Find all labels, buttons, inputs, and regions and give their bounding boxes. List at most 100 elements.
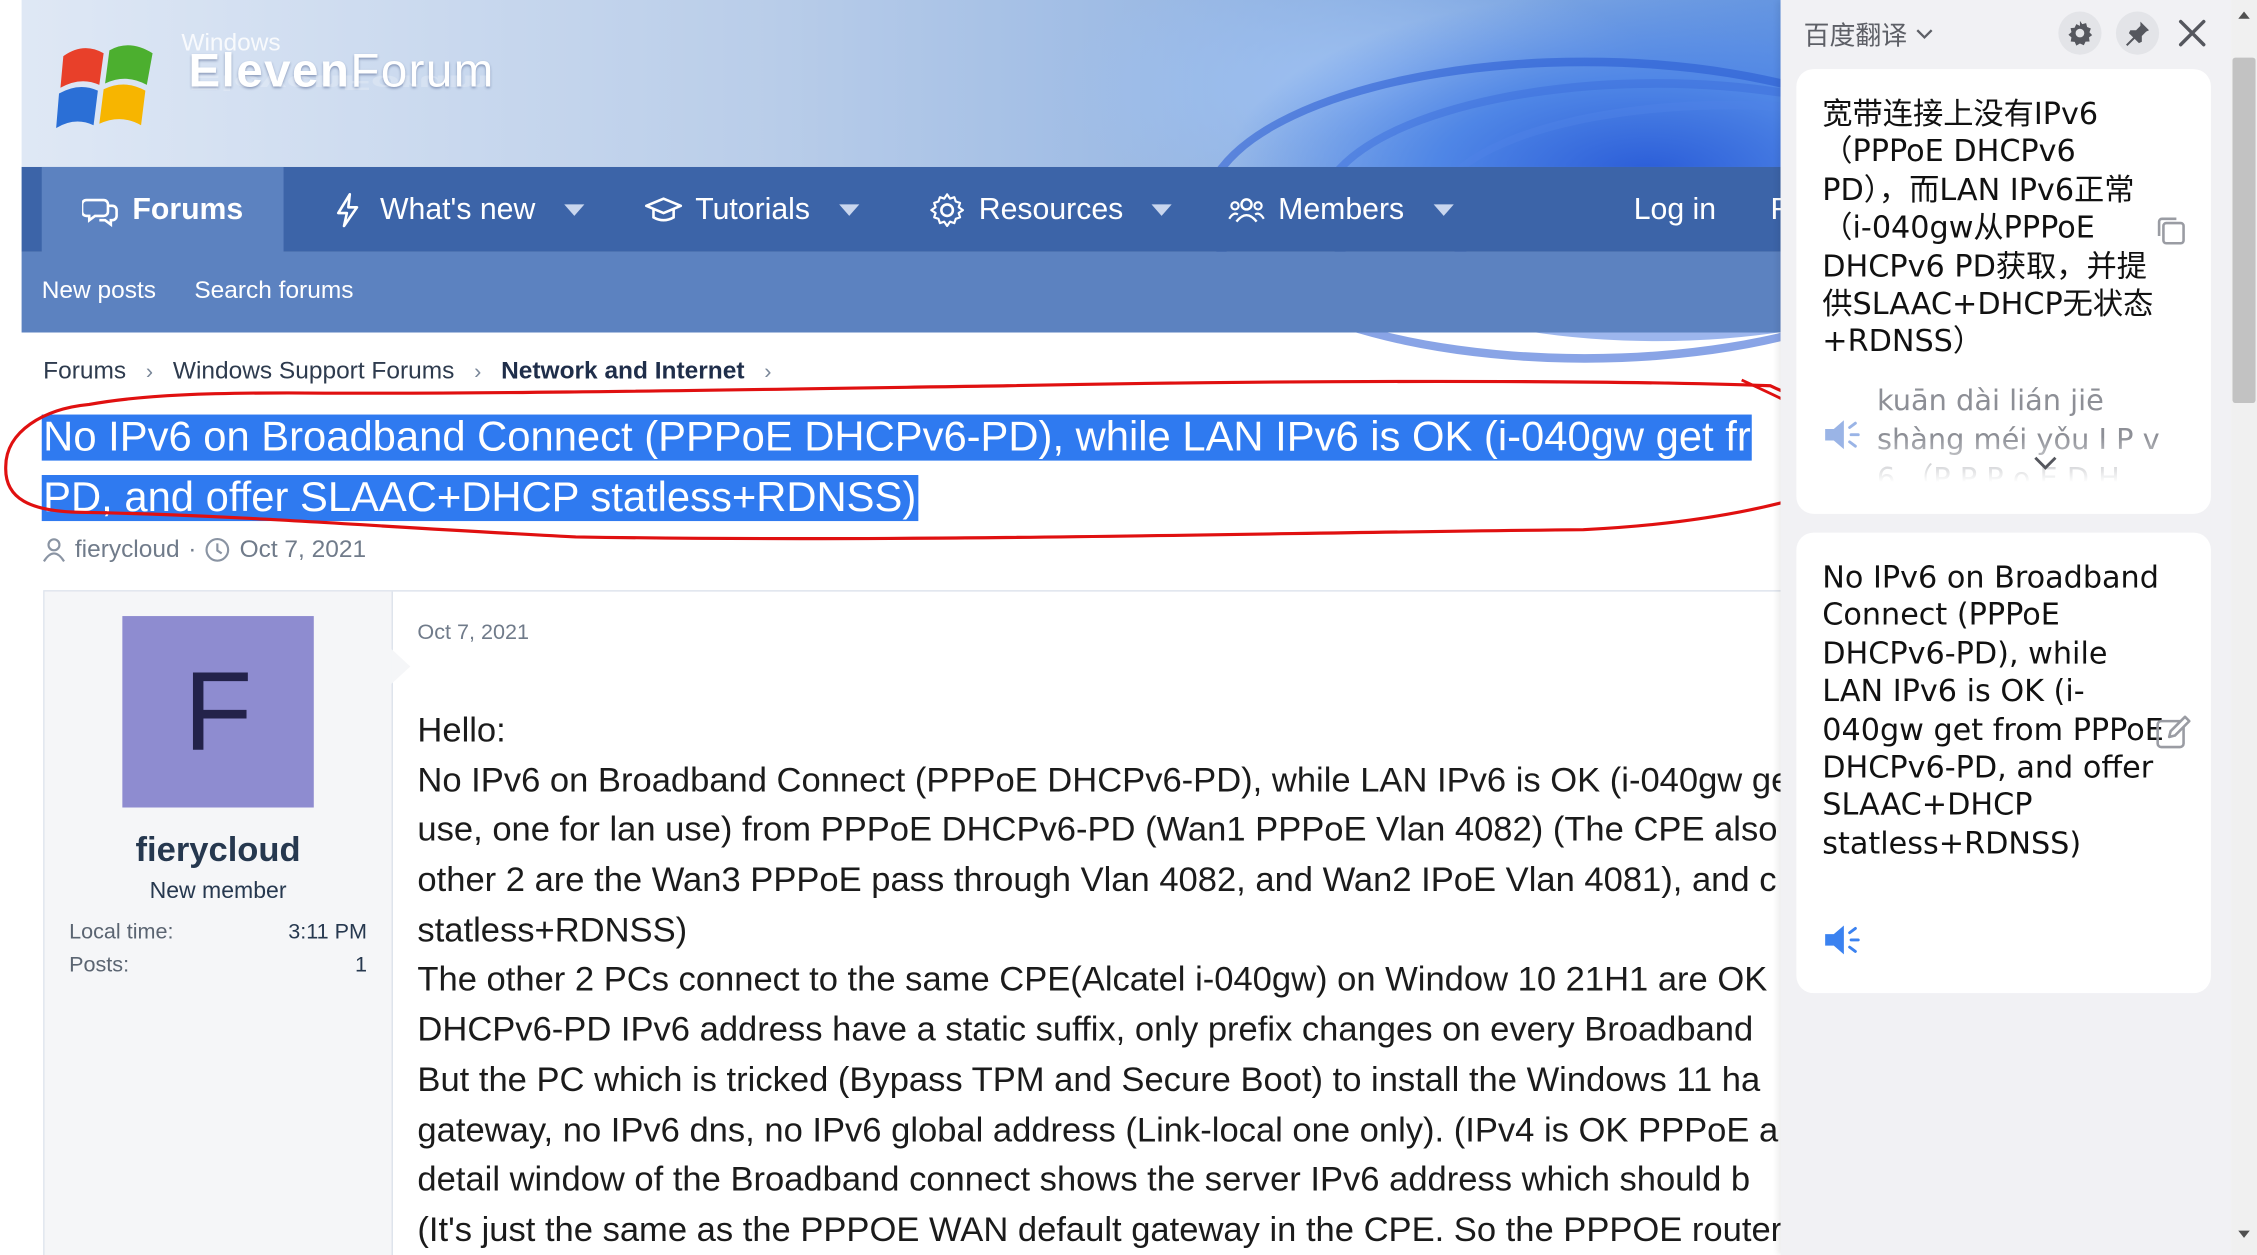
translator-title: 百度翻译 bbox=[1803, 21, 1908, 52]
post-line: But the PC which is tricked (Bypass TPM … bbox=[417, 1060, 1761, 1100]
bolt-icon bbox=[330, 191, 367, 228]
nav-login[interactable]: Log in bbox=[1634, 167, 1716, 252]
logo-reflection: ElevenForum bbox=[189, 70, 490, 95]
scroll-down-icon[interactable] bbox=[2237, 1229, 2251, 1241]
post-line: gateway, no IPv6 dns, no IPv6 global add… bbox=[417, 1110, 1779, 1150]
post-username[interactable]: fierycloud bbox=[45, 831, 392, 871]
chevron-down-icon[interactable] bbox=[564, 203, 585, 216]
thread-date[interactable]: Oct 7, 2021 bbox=[240, 535, 367, 564]
local-time-value: 3:11 PM bbox=[288, 919, 368, 945]
user-icon bbox=[42, 538, 65, 562]
post-user-panel: F fierycloud New member Local time: 3:11… bbox=[44, 591, 411, 1255]
close-icon bbox=[2178, 19, 2206, 47]
post-message: F fierycloud New member Local time: 3:11… bbox=[43, 590, 1918, 1255]
scrollbar-thumb[interactable] bbox=[2232, 57, 2256, 404]
pinyin-line-2: shàng méi yǒu I P v bbox=[1876, 421, 2160, 457]
nav-resources-label: Resources bbox=[978, 192, 1124, 226]
breadcrumb-network[interactable]: Network and Internet bbox=[501, 357, 744, 384]
chevron-down-icon bbox=[1916, 29, 1933, 40]
posts-value: 1 bbox=[355, 952, 368, 978]
post-line: Hello: bbox=[417, 711, 506, 750]
post-line: use, one for lan use) from PPPoE DHCPv6-… bbox=[417, 810, 1807, 850]
forum-page: Windows ElevenForum ElevenForum Forums W… bbox=[0, 0, 2257, 1255]
speaker-icon[interactable] bbox=[1821, 921, 1864, 958]
clock-icon bbox=[206, 537, 230, 562]
breadcrumb-windows-support[interactable]: Windows Support Forums bbox=[173, 357, 455, 384]
post-line: The other 2 PCs connect to the same CPE(… bbox=[417, 960, 1768, 1000]
stat-local-time: Local time: 3:11 PM bbox=[69, 920, 367, 944]
breadcrumb-separator: › bbox=[474, 359, 482, 385]
translation-text[interactable]: 宽带连接上没有IPv6（PPPoE DHCPv6 PD），而LAN IPv6正常… bbox=[1822, 95, 2167, 361]
post-line: No IPv6 on Broadband Connect (PPPoE DHCP… bbox=[417, 760, 1791, 800]
meta-separator: · bbox=[188, 535, 197, 563]
post-date[interactable]: Oct 7, 2021 bbox=[417, 620, 529, 644]
sub-navbar: New posts Search forums bbox=[21, 251, 1893, 333]
nav-forums[interactable]: Forums bbox=[41, 166, 284, 252]
local-time-label: Local time: bbox=[69, 919, 174, 945]
post-line: (It's just the same as the PPPOE WAN def… bbox=[417, 1210, 1783, 1250]
window-edge bbox=[0, 0, 22, 1255]
posts-label: Posts: bbox=[69, 952, 130, 978]
breadcrumb-forums[interactable]: Forums bbox=[43, 357, 126, 384]
expand-chevron-icon[interactable] bbox=[2032, 455, 2058, 472]
logo-reflection-light: Forum bbox=[341, 71, 490, 96]
gear-icon bbox=[928, 191, 965, 228]
source-text[interactable]: No IPv6 on Broadband Connect (PPPoE DHCP… bbox=[1822, 558, 2167, 862]
translation-result-card: 宽带连接上没有IPv6（PPPoE DHCPv6 PD），而LAN IPv6正常… bbox=[1796, 69, 2211, 514]
settings-icon bbox=[2068, 20, 2093, 46]
new-posts-link[interactable]: New posts bbox=[42, 276, 156, 305]
pinyin-line-1: kuān dài lián jiē bbox=[1876, 382, 2104, 418]
close-button[interactable] bbox=[2171, 12, 2214, 55]
graduation-cap-icon bbox=[644, 191, 683, 228]
nav-resources[interactable]: Resources bbox=[928, 167, 1173, 252]
thread-title[interactable]: No IPv6 on Broadband Connect (PPPoE DHCP… bbox=[41, 407, 1913, 528]
thread-author[interactable]: fierycloud bbox=[75, 535, 180, 564]
stat-posts: Posts: 1 bbox=[69, 953, 367, 977]
pinyin-line-3: 6 （P P P o E D H bbox=[1876, 460, 2120, 483]
nav-members-label: Members bbox=[1278, 192, 1405, 226]
post-line: DHCPv6-PD IPv6 address have a static suf… bbox=[417, 1010, 1754, 1050]
panel-arrow bbox=[391, 649, 411, 684]
edit-icon[interactable] bbox=[2155, 714, 2192, 751]
main-navbar: Forums What's new Tutorials Resources Me… bbox=[21, 166, 1893, 252]
title-selection-1: No IPv6 on Broadband Connect (PPPoE DHCP… bbox=[41, 414, 1753, 461]
nav-whats-new-label: What's new bbox=[380, 192, 536, 226]
thread-title-line-1: No IPv6 on Broadband Connect (PPPoE DHCP… bbox=[41, 407, 1913, 467]
avatar[interactable]: F bbox=[122, 616, 314, 808]
pinyin-text: kuān dài lián jiē shàng méi yǒu I P v 6 … bbox=[1877, 381, 2179, 482]
forums-icon bbox=[82, 191, 119, 228]
nav-tutorials[interactable]: Tutorials bbox=[644, 167, 859, 252]
windows-logo-icon[interactable] bbox=[55, 36, 159, 140]
nav-members[interactable]: Members bbox=[1228, 167, 1454, 252]
source-text-card: No IPv6 on Broadband Connect (PPPoE DHCP… bbox=[1796, 532, 2211, 994]
user-role: New member bbox=[149, 879, 287, 904]
chevron-down-icon[interactable] bbox=[1152, 203, 1173, 216]
page-scrollbar[interactable] bbox=[2231, 0, 2257, 1255]
nav-whats-new[interactable]: What's new bbox=[330, 167, 585, 252]
chevron-down-icon[interactable] bbox=[838, 203, 859, 216]
breadcrumb-separator: › bbox=[145, 359, 154, 385]
users-icon bbox=[1228, 191, 1265, 228]
nav-tutorials-label: Tutorials bbox=[695, 192, 811, 226]
nav-forums-label: Forums bbox=[132, 192, 244, 226]
translation-panel: 百度翻译 宽带连接上没有IPv6（PPPoE DHCPv6 PD），而LAN I… bbox=[1780, 0, 2232, 1255]
post-line: detail window of the Broadband connect s… bbox=[417, 1160, 1751, 1200]
thread-meta: fierycloud · Oct 7, 2021 bbox=[42, 535, 366, 564]
breadcrumb-separator: › bbox=[764, 359, 772, 385]
scroll-up-icon[interactable] bbox=[2237, 9, 2251, 21]
title-selection-2: PD, and offer SLAAC+DHCP statless+RDNSS) bbox=[41, 475, 918, 522]
copy-icon[interactable] bbox=[2155, 214, 2190, 249]
chevron-down-icon[interactable] bbox=[1432, 203, 1454, 216]
post-line: statless+RDNSS) bbox=[417, 910, 688, 950]
post-line: other 2 are the Wan3 PPPoE pass through … bbox=[417, 860, 1777, 900]
pin-button[interactable] bbox=[2115, 11, 2160, 55]
post-body: Hello: No IPv6 on Broadband Connect (PPPo… bbox=[417, 707, 2000, 1255]
speaker-icon[interactable] bbox=[1821, 416, 1864, 453]
search-forums-link[interactable]: Search forums bbox=[194, 276, 353, 305]
breadcrumb: Forums › Windows Support Forums › Networ… bbox=[43, 357, 784, 386]
translator-title-dropdown[interactable]: 百度翻译 bbox=[1804, 16, 1934, 53]
pin-icon bbox=[2125, 21, 2150, 47]
thread-title-line-2: PD, and offer SLAAC+DHCP statless+RDNSS) bbox=[41, 468, 1913, 528]
logo-reflection-bold: Eleven bbox=[188, 71, 342, 96]
settings-button[interactable] bbox=[2058, 11, 2102, 55]
